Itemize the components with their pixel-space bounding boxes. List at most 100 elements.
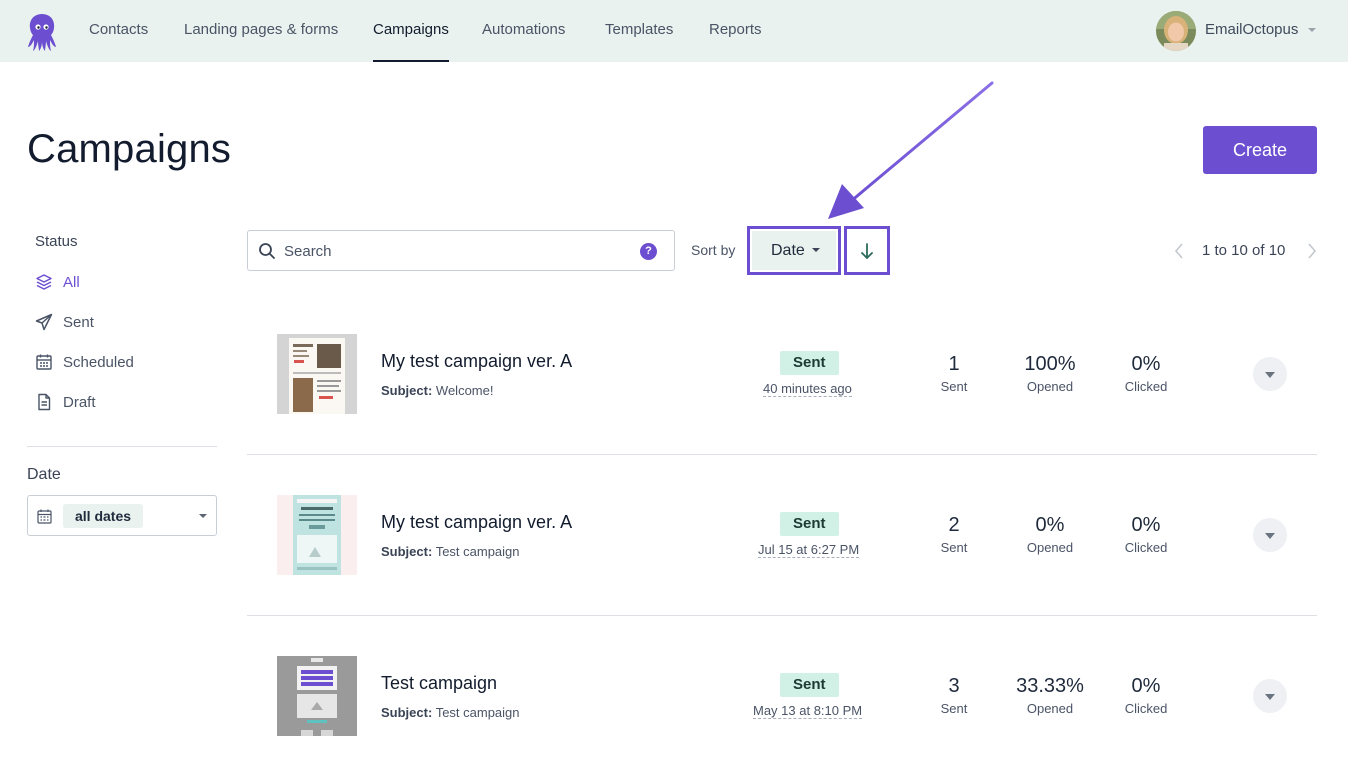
status-filter-label: Scheduled [63, 353, 134, 371]
campaign-thumbnail[interactable] [277, 334, 357, 414]
subject-value: Test campaign [435, 544, 520, 559]
stat-value: 0% [1131, 353, 1161, 375]
stat-sent: 2 Sent [904, 514, 1004, 555]
sort-by-label: Sort by [691, 242, 736, 258]
chevron-right-icon[interactable] [1305, 241, 1319, 261]
campaign-row: My test campaign ver. A Subject: Test ca… [247, 455, 1317, 616]
stat-label: Opened [1026, 379, 1074, 394]
stat-clicked: 0% Clicked [1096, 514, 1196, 555]
calendar-icon [37, 509, 52, 524]
help-icon[interactable]: ? [640, 243, 657, 260]
stat-label: Sent [940, 701, 968, 716]
nav-campaigns[interactable]: Campaigns [373, 0, 449, 62]
status-badge: Sent [780, 673, 839, 697]
stat-value: 0% [1131, 675, 1161, 697]
status-filter-label: Sent [63, 313, 94, 331]
sort-field-dropdown[interactable]: Date [747, 226, 841, 275]
stat-value: 1 [948, 353, 960, 375]
status-badge: Sent [780, 512, 839, 536]
status-badge: Sent [780, 351, 839, 375]
date-filter-select[interactable]: all dates [27, 495, 217, 536]
stat-value: 0% [1131, 514, 1161, 536]
campaign-name[interactable]: My test campaign ver. A [381, 351, 572, 372]
campaign-actions-button[interactable] [1253, 357, 1287, 391]
subject-label: Subject: [381, 705, 433, 720]
subject-label: Subject: [381, 544, 433, 559]
page-title: Campaigns [27, 127, 232, 171]
campaign-thumbnail[interactable] [277, 495, 357, 575]
layers-icon [36, 274, 52, 290]
stat-value: 2 [948, 514, 960, 536]
status-filter-label: Draft [63, 393, 96, 411]
calendar-icon [36, 354, 52, 370]
chevron-down-icon [812, 248, 820, 252]
search-input[interactable] [284, 237, 634, 265]
octopus-logo-icon[interactable] [26, 12, 58, 52]
account-name[interactable]: EmailOctopus [1205, 21, 1298, 38]
chevron-left-icon[interactable] [1172, 241, 1186, 261]
stat-label: Clicked [1124, 379, 1168, 394]
stat-value: 0% [1035, 514, 1065, 536]
pagination-info: 1 to 10 of 10 [1202, 242, 1286, 259]
stat-label: Clicked [1124, 701, 1168, 716]
status-filter-scheduled[interactable]: Scheduled [35, 352, 134, 372]
campaign-subject: Subject: Test campaign [381, 544, 520, 559]
campaign-name[interactable]: Test campaign [381, 673, 497, 694]
search-box: ? [247, 230, 675, 271]
campaign-row: My test campaign ver. A Subject: Welcome… [247, 294, 1317, 455]
sent-time: 40 minutes ago [763, 381, 852, 397]
stat-opened: 33.33% Opened [1000, 675, 1100, 716]
account-caret-icon[interactable] [1308, 28, 1316, 32]
campaign-subject: Subject: Test campaign [381, 705, 520, 720]
nav-reports[interactable]: Reports [709, 0, 762, 62]
chevron-down-icon [199, 514, 207, 518]
sort-direction-button[interactable] [844, 226, 890, 275]
stat-opened: 100% Opened [1000, 353, 1100, 394]
status-filter-all[interactable]: All [35, 272, 80, 292]
status-filter-label: All [63, 273, 80, 291]
search-icon [259, 243, 275, 259]
sort-field-value: Date [752, 231, 836, 270]
stat-clicked: 0% Clicked [1096, 353, 1196, 394]
stat-label: Clicked [1124, 540, 1168, 555]
campaign-actions-button[interactable] [1253, 679, 1287, 713]
user-avatar[interactable] [1156, 11, 1196, 51]
nav-contacts[interactable]: Contacts [89, 0, 148, 62]
sidebar-divider [27, 446, 217, 447]
campaign-subject: Subject: Welcome! [381, 383, 493, 398]
annotation-arrow-icon [828, 81, 994, 219]
campaign-name[interactable]: My test campaign ver. A [381, 512, 572, 533]
stat-opened: 0% Opened [1000, 514, 1100, 555]
stat-label: Opened [1026, 701, 1074, 716]
status-filter-sent[interactable]: Sent [35, 312, 94, 332]
date-heading: Date [27, 466, 61, 483]
stat-clicked: 0% Clicked [1096, 675, 1196, 716]
stat-value: 33.33% [1016, 675, 1084, 697]
create-button[interactable]: Create [1203, 126, 1317, 174]
nav-templates[interactable]: Templates [605, 0, 673, 62]
stat-value: 100% [1024, 353, 1076, 375]
arrow-down-icon [861, 243, 873, 259]
date-filter-value: all dates [63, 504, 144, 528]
top-nav: Contacts Landing pages & forms Campaigns… [0, 0, 1348, 62]
stat-label: Opened [1026, 540, 1074, 555]
stat-sent: 3 Sent [904, 675, 1004, 716]
nav-automations[interactable]: Automations [482, 0, 565, 62]
sent-time: May 13 at 8:10 PM [753, 703, 863, 719]
nav-landing-pages-forms[interactable]: Landing pages & forms [184, 0, 338, 62]
status-heading: Status [35, 233, 78, 250]
stat-label: Sent [940, 379, 968, 394]
campaign-row: Test campaign Subject: Test campaign Sen… [247, 616, 1317, 768]
subject-value: Test campaign [435, 705, 520, 720]
stat-sent: 1 Sent [904, 353, 1004, 394]
status-filter-draft[interactable]: Draft [35, 392, 96, 412]
document-icon [38, 393, 51, 411]
subject-label: Subject: [381, 383, 433, 398]
stat-label: Sent [940, 540, 968, 555]
paper-plane-icon [35, 313, 53, 331]
subject-value: Welcome! [435, 383, 494, 398]
stat-value: 3 [948, 675, 960, 697]
campaign-actions-button[interactable] [1253, 518, 1287, 552]
campaign-thumbnail[interactable] [277, 656, 357, 736]
sent-time: Jul 15 at 6:27 PM [758, 542, 860, 558]
